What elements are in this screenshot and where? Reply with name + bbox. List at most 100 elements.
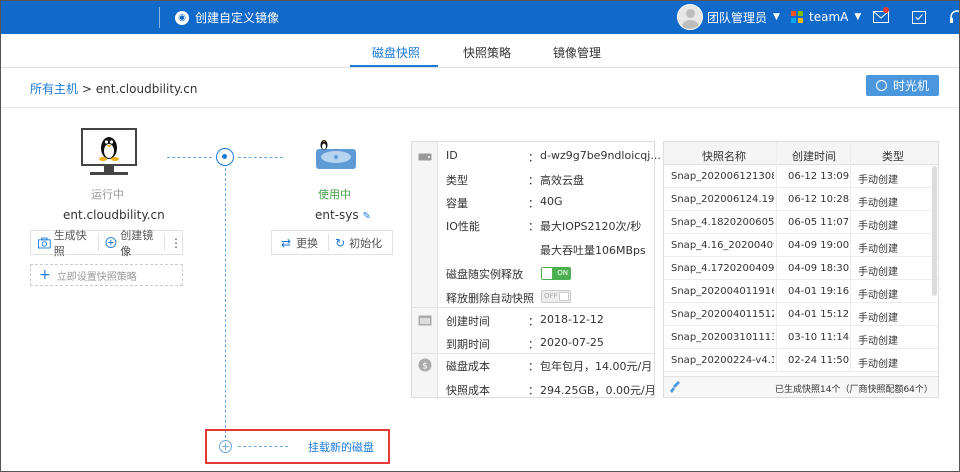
- snapshot-time: 04-09 18:30: [788, 263, 850, 274]
- delete-auto-snapshot-toggle[interactable]: OFF: [541, 290, 571, 303]
- snapshot-name: Snap_20200612130​8: [671, 171, 774, 182]
- info-value-throughput: 最大吞吐量106MBps: [540, 244, 646, 257]
- attach-disk-button[interactable]: + 挂载新的磁盘: [205, 429, 390, 464]
- chevron-down-icon: ▼: [854, 12, 862, 22]
- table-row[interactable]: Snap_20200224-v4.15 02-24 11:50 手动创建: [664, 349, 938, 372]
- info-value-snapshot-cost: 294.25GB，0.00元/月: [540, 384, 656, 397]
- brush-icon[interactable]: [669, 380, 681, 397]
- user-menu[interactable]: 团队管理员 ▼: [677, 4, 780, 30]
- divider: [1, 107, 959, 108]
- app-window: ◉ 创建自定义镜像 团队管理员 ▼ teamA ▼ 磁盘快照 快照策略 镜像管理…: [0, 0, 960, 472]
- replace-disk-label: 更换: [296, 236, 319, 250]
- column-header-type: 类型: [882, 150, 904, 163]
- table-row[interactable]: Snap_20200401151​2... 04-01 15:12 手动创建: [664, 303, 938, 326]
- host-monitor-icon: [81, 128, 137, 166]
- disk-info-panel: ID ： d-wz9g7be9ndloicqj... 类型 ： 高效云盘 容量 …: [411, 141, 661, 398]
- replace-disk-button[interactable]: ⇄ 更换: [272, 235, 318, 251]
- host-status: 运行中: [91, 188, 124, 201]
- connector-node: [216, 148, 234, 166]
- snapshot-time: 06-12 13:09: [788, 171, 850, 182]
- set-snapshot-policy-label: 立即设置快照策略: [56, 271, 137, 283]
- time-machine-label: 时光机: [892, 79, 929, 93]
- snapshot-name: Snap_20200224-v4.15: [671, 355, 774, 366]
- tab-bar: 磁盘快照 快照策略 镜像管理: [1, 34, 959, 68]
- table-row[interactable]: Snap_4.18202006051... 06-05 11:07 手动创建: [664, 211, 938, 234]
- topbar-divider: [159, 7, 160, 28]
- snapshot-time: 06-12 10:28: [788, 194, 850, 205]
- disk-status: 使用中: [318, 188, 351, 201]
- disk-icon: [418, 153, 432, 161]
- avatar: [677, 4, 703, 30]
- info-label-io: IO性能: [446, 220, 480, 233]
- table-row[interactable]: Snap_20200612​4.191... 06-12 10:28 手动创建: [664, 188, 938, 211]
- plus-circle-icon: +: [219, 440, 232, 453]
- table-header: 快照名称 创建时间 类型: [664, 142, 938, 165]
- team-switcher[interactable]: teamA ▼: [791, 10, 861, 24]
- info-label-snapshot-cost: 快照成本: [446, 384, 490, 397]
- swap-icon: ⇄: [281, 235, 292, 250]
- breadcrumb-all-hosts[interactable]: 所有主机: [30, 82, 78, 96]
- connector-line: [238, 157, 283, 158]
- refresh-icon: ↻: [335, 235, 346, 250]
- snapshot-type: 手动创建: [858, 198, 898, 209]
- info-label-expires: 到期时间: [446, 338, 490, 351]
- colon: ：: [528, 315, 539, 328]
- column-header-name: 快照名称: [702, 150, 746, 163]
- plus-icon: +: [39, 267, 51, 283]
- divider: [412, 307, 654, 308]
- user-name: 团队管理员: [707, 10, 768, 25]
- tab-disk-snapshot[interactable]: 磁盘快照: [372, 44, 420, 61]
- task-icon[interactable]: [909, 7, 929, 27]
- create-image-button[interactable]: 创建镜像: [102, 227, 160, 259]
- divider: [164, 234, 165, 251]
- create-image-label: 创建镜像: [120, 228, 154, 258]
- breadcrumb: 所有主机 > ent.cloudbility.cn: [30, 80, 197, 97]
- colon: ：: [528, 338, 539, 351]
- table-row[interactable]: Snap_4.17202004091... 04-09 18:30 手动创建: [664, 257, 938, 280]
- top-bar: ◉ 创建自定义镜像 团队管理员 ▼ teamA ▼: [1, 1, 959, 34]
- set-snapshot-policy-button[interactable]: + 立即设置快照策略: [30, 264, 183, 286]
- time-machine-button[interactable]: 时光机: [866, 75, 939, 96]
- snapshot-name: Snap_20200401151​2...: [671, 309, 774, 320]
- info-label-id: ID: [446, 149, 458, 162]
- snapshot-time: 04-09 19:00: [788, 240, 850, 251]
- toggle-label-delete-auto-snapshot: 释放删除自动快照: [446, 292, 534, 305]
- tab-image-management[interactable]: 镜像管理: [553, 44, 601, 61]
- scrollbar[interactable]: [932, 166, 937, 296]
- snapshot-table: 快照名称 创建时间 类型 Snap_20200612130​8 06-12 13…: [663, 141, 939, 398]
- camera-icon: [38, 237, 51, 248]
- snapshot-name: Snap_20200401191​6...: [671, 286, 774, 297]
- table-row[interactable]: Snap_20200310111​3... 03-10 11:14 手动创建: [664, 326, 938, 349]
- create-snapshot-button[interactable]: 生成快照: [31, 227, 94, 259]
- host-name: ent.cloudbility.cn: [63, 208, 165, 222]
- toggle-knob: [542, 268, 552, 279]
- divider: [97, 234, 99, 251]
- breadcrumb-current: ent.cloudbility.cn: [95, 82, 198, 96]
- chevron-down-icon: ▼: [773, 12, 780, 22]
- table-row[interactable]: Snap_20200612130​8 06-12 13:09 手动创建: [664, 165, 938, 188]
- create-image-link[interactable]: ◉ 创建自定义镜像: [175, 9, 279, 26]
- colon: ：: [528, 384, 539, 397]
- app-title-label: 创建自定义镜像: [195, 11, 280, 25]
- toggle-label-release-with-instance: 磁盘随实例释放: [446, 268, 523, 281]
- more-icon[interactable]: ⋮: [169, 236, 182, 250]
- snapshot-name: Snap_20200612​4.191...: [671, 194, 774, 205]
- table-row[interactable]: Snap_20200401191​6... 04-01 19:16 手动创建: [664, 280, 938, 303]
- table-row[interactable]: Snap_4.16_20200409... 04-09 19:00 手动创建: [664, 234, 938, 257]
- host-actions: 生成快照 创建镜像 ⋮: [30, 229, 183, 258]
- release-with-instance-toggle[interactable]: ON: [541, 267, 571, 280]
- initialize-disk-label: 初始化: [349, 236, 383, 250]
- snapshot-time: 06-05 11:07: [788, 217, 850, 228]
- mail-icon[interactable]: [871, 7, 891, 27]
- info-label-type: 类型: [446, 174, 468, 187]
- disk-icon: [313, 137, 359, 173]
- toggle-knob: [559, 292, 569, 301]
- snapshot-type: 手动创建: [858, 359, 898, 370]
- headset-icon[interactable]: [947, 7, 959, 27]
- svg-text:$: $: [422, 362, 428, 372]
- divider: [412, 353, 654, 354]
- initialize-disk-button[interactable]: ↻ 初始化: [332, 235, 382, 251]
- tab-snapshot-policy[interactable]: 快照策略: [463, 44, 511, 61]
- snapshot-name: Snap_4.16_20200409...: [671, 240, 774, 251]
- edit-icon[interactable]: ✎: [362, 211, 370, 222]
